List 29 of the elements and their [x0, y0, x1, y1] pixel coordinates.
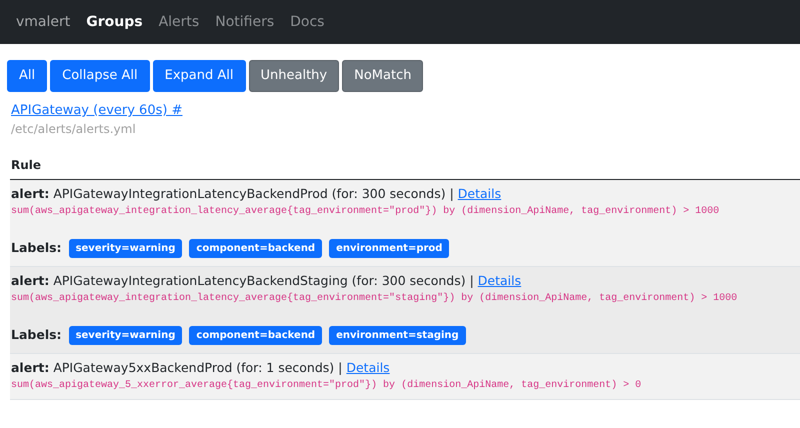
nav-link[interactable]: Alerts [158, 12, 200, 32]
rule-expression: sum(aws_apigateway_integration_latency_average{tag_environment="staging"}) by (dimension_ApiName, tag_environment) > 1000 [11, 292, 738, 306]
label-tag: component=backend [189, 239, 322, 258]
details-link[interactable]: Details [346, 360, 390, 375]
file-path: /etc/alerts/alerts.yml [11, 121, 137, 138]
rule-expression: sum(aws_apigateway_5_xxerror_average{tag_environment="prod"}) by (dimension_ApiName, tag_environment) > 0 [11, 378, 642, 393]
rule-expression: sum(aws_apigateway_integration_latency_average{tag_environment="prod"}) by (dimension_ApiName, tag_environment) > 1000 [11, 204, 720, 219]
filter-button[interactable]: Expand All [152, 60, 246, 92]
rule-title: alert: APIGatewayIntegrationLatencyBackendStaging (for: 300 seconds) | [11, 273, 475, 288]
details-link[interactable]: Details [478, 273, 522, 288]
label-tag: severity=warning [68, 326, 182, 345]
label-tag: component=backend [189, 326, 322, 345]
label-tag: environment=prod [329, 239, 450, 258]
filter-button[interactable]: All [7, 60, 48, 92]
nav-link[interactable]: Notifiers [215, 12, 274, 32]
labels-title: Labels: [11, 239, 62, 258]
rule-title: alert: APIGatewayIntegrationLatencyBackendProd (for: 300 seconds) | [11, 186, 455, 201]
group-link[interactable]: APIGateway (every 60s) # [11, 102, 789, 120]
label-tag: environment=staging [329, 326, 466, 345]
details-link[interactable]: Details [458, 186, 502, 201]
brand-link[interactable]: vmalert [16, 12, 70, 32]
filter-button[interactable]: NoMatch [342, 60, 424, 92]
nav-link[interactable]: Groups [86, 12, 143, 32]
labels-title: Labels: [11, 326, 62, 344]
nav-link[interactable]: Docs [290, 12, 324, 32]
rule-title: alert: APIGateway5xxBackendProd (for: 1 seconds) | [11, 360, 344, 375]
filter-button[interactable]: Unhealthy [248, 60, 340, 92]
filter-button[interactable]: Collapse All [50, 60, 150, 92]
label-tag: severity=warning [68, 239, 182, 258]
